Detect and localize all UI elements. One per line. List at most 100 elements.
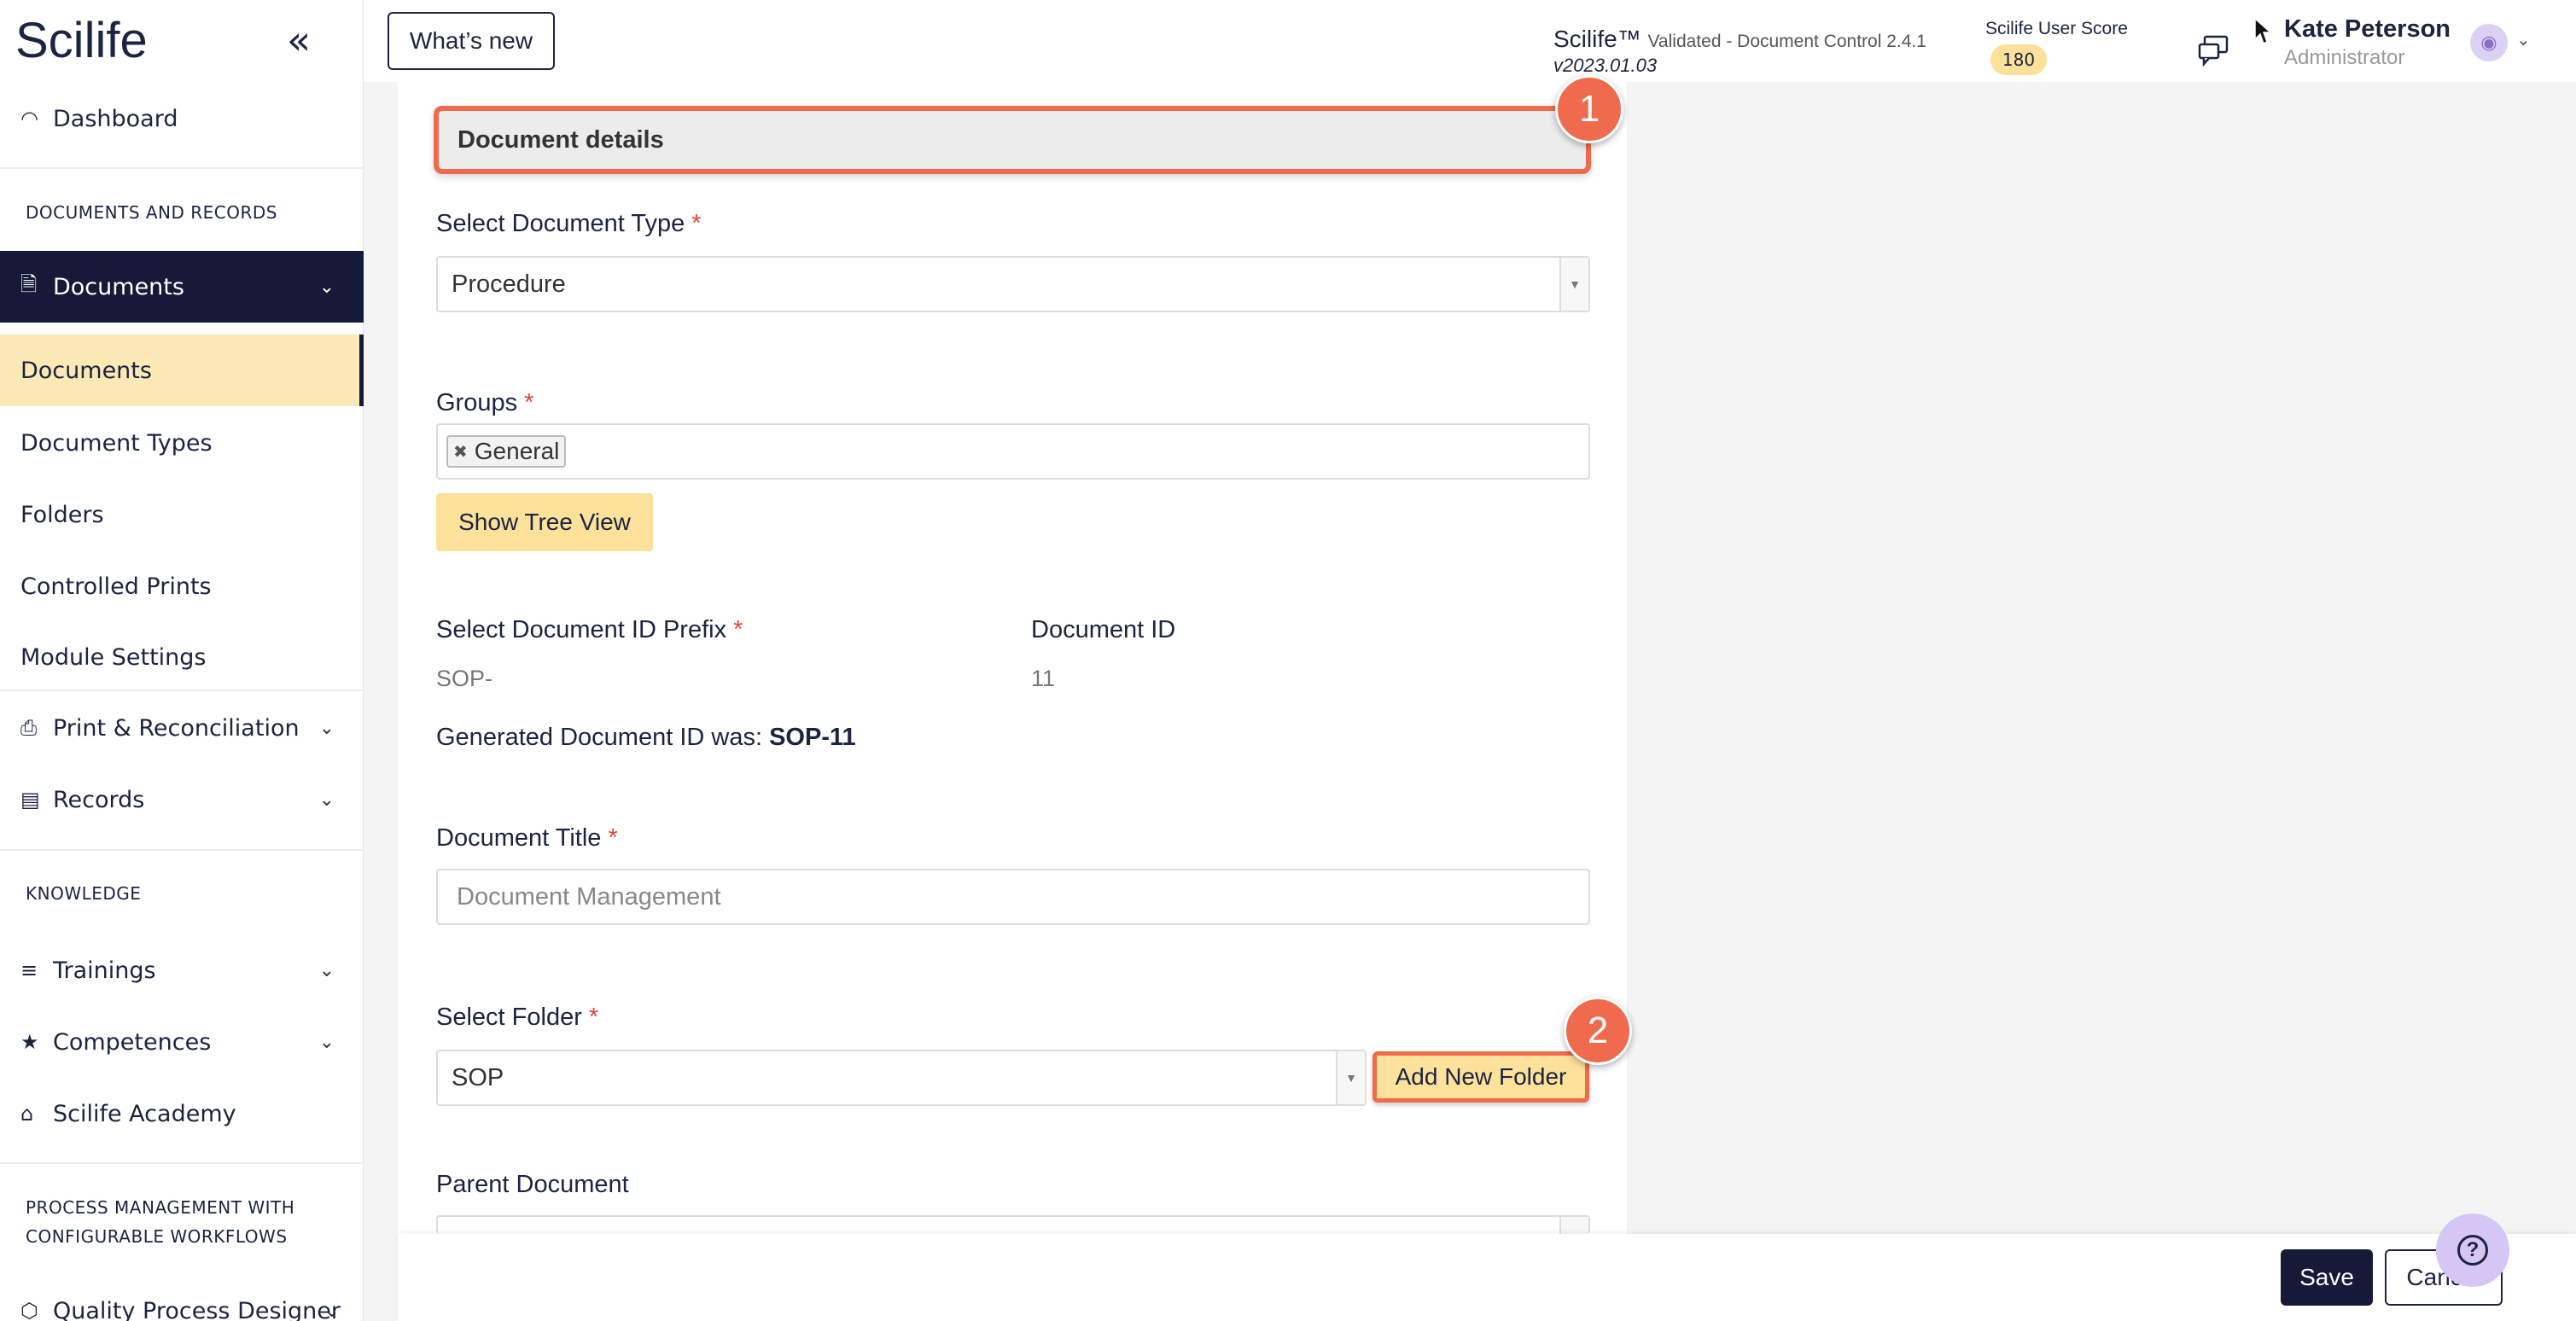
parent-document-label: Parent Document	[436, 1171, 629, 1198]
sidebar-item-records[interactable]: ▤ Records ⌄	[0, 782, 364, 818]
document-icon: 🗎	[20, 271, 38, 296]
divider	[0, 167, 364, 169]
doc-id-label: Document ID	[1031, 616, 1176, 643]
sidebar-subitem-document-types[interactable]: Document Types	[0, 425, 364, 461]
groups-label: Groups *	[436, 389, 533, 417]
prefix-label: Select Document ID Prefix *	[436, 616, 743, 644]
groups-multiselect[interactable]: ✖ General	[436, 423, 1590, 480]
save-button[interactable]: Save	[2281, 1249, 2373, 1306]
sidebar-item-quality-process-designer[interactable]: ⬡ Quality Process Designer ⌄	[0, 1294, 364, 1321]
chevron-down-icon: ⌄	[323, 1300, 340, 1321]
prefix-value: SOP-	[436, 666, 493, 691]
sidebar-item-competences[interactable]: ★ Competences ⌄	[0, 1024, 364, 1060]
question-icon: ?	[2457, 1235, 2488, 1266]
select-value: SOP	[452, 1063, 504, 1091]
mouse-cursor-icon	[2254, 17, 2272, 45]
sidebar-item-documents-parent[interactable]: 🗎 Documents ⌄	[0, 251, 364, 323]
dropdown-arrow-icon	[1559, 1217, 1588, 1236]
add-new-folder-button[interactable]: Add New Folder	[1373, 1051, 1589, 1103]
doc-id-value: 11	[1031, 666, 1056, 691]
group-tag-label: General	[474, 438, 560, 464]
avatar[interactable]: ◉	[2470, 24, 2508, 61]
doc-type-select[interactable]: Procedure ▼	[436, 256, 1590, 312]
chevron-down-icon: ⌄	[318, 717, 335, 739]
label-text: Select Folder	[436, 1004, 582, 1031]
section-label-line: PROCESS MANAGEMENT WITH	[26, 1197, 295, 1218]
group-tag: ✖ General	[446, 435, 567, 468]
input-value: Document Management	[457, 882, 721, 911]
doc-type-label: Select Document Type *	[436, 210, 702, 238]
sidebar-item-print-reconciliation[interactable]: ⎙ Print & Reconciliation ⌄	[0, 710, 364, 746]
remove-tag-icon[interactable]: ✖	[453, 441, 468, 463]
dropdown-arrow-icon: ▼	[1336, 1051, 1365, 1104]
sidebar-subitem-folders[interactable]: Folders	[0, 497, 364, 532]
folder-select[interactable]: SOP ▼	[436, 1050, 1367, 1106]
label-text: Select Document ID Prefix	[436, 616, 727, 643]
label-text: Groups	[436, 389, 518, 416]
graduation-cap-icon: ⌂	[20, 1102, 34, 1126]
folder-label: Select Folder *	[436, 1004, 598, 1032]
generated-id-value: SOP-11	[769, 724, 856, 751]
collapse-sidebar-icon[interactable]: «	[287, 17, 311, 63]
required-mark: *	[691, 210, 702, 237]
sidebar-item-label: Documents	[53, 273, 184, 300]
sidebar-item-label: Records	[53, 786, 145, 813]
dumbbell-icon: ≡	[20, 958, 38, 982]
app-validated-text: Validated - Document Control 2.4.1	[1647, 32, 1926, 51]
feedback-icon[interactable]	[2197, 34, 2229, 67]
user-name[interactable]: Kate Peterson	[2284, 15, 2451, 44]
generated-id-prefix: Generated Document ID was:	[436, 724, 770, 751]
gauge-icon: ◠	[20, 107, 38, 131]
sidebar-item-label: Folders	[20, 501, 104, 528]
user-role: Administrator	[2284, 46, 2405, 69]
scilife-logo[interactable]: Scilife	[15, 12, 148, 69]
sidebar-item-label: Controlled Prints	[20, 573, 212, 600]
top-bar	[364, 0, 2576, 82]
divider	[0, 849, 364, 851]
user-score-badge: 180	[1990, 44, 2047, 75]
divider	[0, 690, 364, 691]
sidebar-item-dashboard[interactable]: ◠ Dashboard	[0, 101, 364, 137]
sidebar-item-label: Quality Process Designer	[53, 1297, 341, 1321]
sidebar-subitem-controlled-prints[interactable]: Controlled Prints	[0, 568, 364, 604]
chevron-down-icon: ⌄	[318, 1031, 335, 1053]
app-name-text: Scilife™	[1553, 26, 1641, 52]
printer-icon: ⎙	[20, 716, 38, 740]
show-tree-view-button[interactable]: Show Tree View	[436, 493, 653, 551]
dropdown-arrow-icon: ▼	[1559, 258, 1588, 311]
section-label-documents-records: DOCUMENTS AND RECORDS	[26, 202, 278, 223]
sidebar-item-label: Documents	[20, 357, 152, 384]
app-version: v2023.01.03	[1553, 55, 1658, 76]
chevron-down-icon: ⌄	[318, 276, 335, 298]
sidebar-item-label: Scilife Academy	[53, 1100, 236, 1127]
help-button[interactable]: ?	[2436, 1213, 2509, 1287]
sidebar-subitem-module-settings[interactable]: Module Settings	[0, 639, 364, 675]
sidebar-item-academy[interactable]: ⌂ Scilife Academy	[0, 1096, 364, 1132]
sidebar-subitem-documents[interactable]: Documents	[0, 335, 364, 406]
divider	[0, 1162, 364, 1164]
select-value: Procedure	[452, 270, 566, 298]
sidebar-item-label: Competences	[53, 1028, 212, 1056]
section-label-knowledge: KNOWLEDGE	[26, 883, 142, 904]
sidebar-item-label: Dashboard	[53, 105, 178, 132]
process-icon: ⬡	[20, 1299, 38, 1321]
chevron-down-icon[interactable]: ⌄	[2516, 29, 2531, 49]
records-icon: ▤	[20, 788, 40, 812]
section-header-document-details: Document details	[434, 106, 1591, 174]
whats-new-button[interactable]: What’s new	[388, 12, 555, 70]
sidebar-item-label: Trainings	[53, 957, 156, 984]
generated-id-text: Generated Document ID was: SOP-11	[436, 724, 856, 752]
required-mark: *	[733, 616, 743, 643]
required-mark: *	[524, 389, 534, 416]
step-marker-1: 1	[1555, 75, 1623, 143]
sidebar: Scilife « ◠ Dashboard DOCUMENTS AND RECO…	[0, 0, 364, 1321]
bottom-action-bar	[398, 1234, 2576, 1321]
sidebar-item-label: Document Types	[20, 429, 213, 457]
required-mark: *	[608, 824, 618, 852]
document-title-input[interactable]: Document Management	[436, 869, 1590, 925]
label-text: Document Title	[436, 824, 602, 852]
app-name: Scilife™ Validated - Document Control 2.…	[1553, 26, 1926, 53]
sidebar-item-trainings[interactable]: ≡ Trainings ⌄	[0, 952, 364, 988]
step-marker-2: 2	[1564, 997, 1632, 1065]
parent-document-select[interactable]	[436, 1215, 1590, 1236]
